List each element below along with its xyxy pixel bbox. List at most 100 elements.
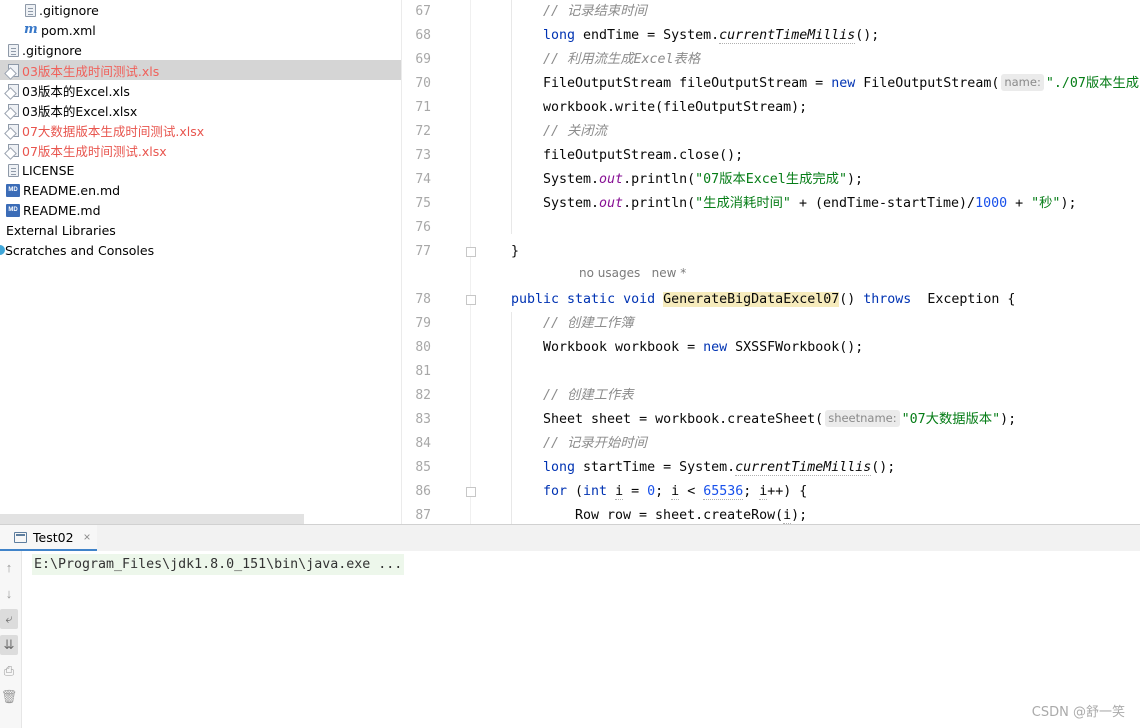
line-number: 70 [415, 76, 431, 91]
print-icon[interactable]: ⎙ [0, 661, 18, 681]
tree-item-label: README.en.md [23, 182, 121, 198]
run-toolbar: ↑ ↓ ⤶ ⇊ ⎙ 🗑 [0, 551, 22, 728]
console-output-line: E:\Program_Files\jdk1.8.0_151\bin\java.e… [32, 554, 405, 575]
up-arrow-icon[interactable]: ↑ [0, 557, 18, 577]
markdown-icon: MD [6, 203, 20, 217]
tree-item-gitignore[interactable]: .gitignore [0, 40, 401, 60]
maven-icon: m [24, 22, 38, 37]
code-text: ); [791, 508, 808, 523]
watermark: CSDN @舒一笑 [1031, 705, 1125, 720]
scroll-to-end-icon[interactable]: ⇊ [0, 635, 18, 655]
code-string: "生成消耗时间" [695, 196, 791, 211]
tree-item-03-excel-xlsx[interactable]: 03版本的Excel.xlsx [0, 100, 401, 120]
code-text: (); [855, 28, 880, 43]
code-method: currentTimeMillis [719, 28, 856, 44]
code-method: currentTimeMillis [735, 460, 872, 476]
code-text: = [623, 484, 648, 499]
excel-file-icon [8, 83, 19, 97]
tree-item-label: LICENSE [22, 162, 75, 178]
code-keyword: long [543, 460, 576, 475]
indent-guide [511, 312, 512, 524]
code-keyword: new [703, 340, 728, 355]
code-text: + (endTime-startTime)/ [790, 196, 976, 211]
code-line-69: // 利用流生成Excel表格 [543, 48, 700, 72]
line-number: 76 [415, 220, 431, 235]
close-icon[interactable]: × [84, 530, 91, 544]
tree-item-license[interactable]: LICENSE [0, 160, 401, 180]
project-tree-panel: .gitignore m pom.xml .gitignore 03版本生成时间… [0, 0, 402, 524]
code-keyword: long [543, 28, 576, 43]
code-comment: // 记录结束时间 [543, 4, 647, 19]
run-console[interactable]: ↑ ↓ ⤶ ⇊ ⎙ 🗑 E:\Program_Files\jdk1.8.0_15… [0, 551, 1140, 728]
code-line-70: FileOutputStream fileOutputStream = new … [543, 72, 1140, 96]
code-area[interactable]: // 记录结束时间 long endTime = System.currentT… [471, 0, 1140, 524]
down-arrow-icon[interactable]: ↓ [0, 583, 18, 603]
tree-item-03-timing-xls[interactable]: 03版本生成时间测试.xls [0, 60, 401, 80]
code-text: .println( [623, 172, 696, 187]
line-number: 73 [415, 148, 431, 163]
tree-item-label: External Libraries [6, 222, 116, 238]
soft-wrap-icon[interactable]: ⤶ [0, 609, 18, 629]
code-number: 1000 [975, 196, 1008, 211]
code-text: ); [1000, 412, 1017, 427]
tree-item-label: Scratches and Consoles [5, 242, 155, 258]
run-console-icon [14, 531, 27, 543]
tree-item-scratches[interactable]: Scratches and Consoles [0, 240, 401, 260]
tree-item-label: pom.xml [41, 22, 96, 38]
code-text: Exception { [911, 292, 1016, 307]
horizontal-scrollbar[interactable] [0, 514, 304, 524]
line-number: 77 [415, 244, 431, 259]
tree-item-readme[interactable]: MD README.md [0, 200, 401, 220]
code-keyword: public static void [511, 292, 664, 307]
code-line-72: // 关闭流 [543, 120, 607, 144]
tree-item-external-libraries[interactable]: External Libraries [0, 220, 401, 240]
file-icon [25, 3, 36, 17]
tree-item-label: 07大数据版本生成时间测试.xlsx [22, 123, 205, 139]
usage-hint[interactable]: no usages new * [579, 266, 686, 280]
parameter-hint: sheetname: [825, 410, 900, 427]
tab-run-test02[interactable]: Test02 × [0, 525, 97, 552]
code-line-86: for (int i = 0; i < 65536; i++) { [543, 480, 807, 504]
tree-item-03-excel-xls[interactable]: 03版本的Excel.xls [0, 80, 401, 100]
line-number: 78 [415, 292, 431, 307]
code-line-80: Workbook workbook = new SXSSFWorkbook(); [543, 336, 863, 360]
code-line-71: workbook.write(fileOutputStream); [543, 96, 807, 120]
code-variable: i [783, 508, 792, 524]
tree-item-label: .gitignore [39, 2, 99, 18]
excel-file-icon [8, 143, 19, 157]
code-line-84: // 记录开始时间 [543, 432, 647, 456]
trash-icon[interactable]: 🗑 [0, 687, 18, 707]
file-icon [8, 163, 19, 177]
code-text: ); [846, 172, 863, 187]
tree-item-readme-en[interactable]: MD README.en.md [0, 180, 401, 200]
code-line-79: // 创建工作簿 [543, 312, 634, 336]
run-tab-bar: Test02 × [0, 524, 1140, 552]
line-number-gutter: 67 68 69 70 71 72 73 74 75 76 77 78 79 8… [403, 0, 471, 524]
line-number: 87 [415, 508, 431, 523]
code-line-85: long startTime = System.currentTimeMilli… [543, 456, 895, 480]
tree-item-07-timing-xlsx[interactable]: 07版本生成时间测试.xlsx [0, 140, 401, 160]
line-number: 69 [415, 52, 431, 67]
code-text: fileOutputStream.close(); [543, 148, 744, 163]
code-line-67: // 记录结束时间 [543, 0, 647, 24]
tree-item-gitignore-nested[interactable]: .gitignore [0, 0, 401, 20]
code-text: endTime = System. [575, 28, 720, 43]
line-number: 84 [415, 436, 431, 451]
tree-item-pom-xml[interactable]: m pom.xml [0, 20, 401, 40]
code-text: Row row = sheet.createRow( [575, 508, 784, 523]
code-editor[interactable]: 67 68 69 70 71 72 73 74 75 76 77 78 79 8… [403, 0, 1140, 524]
code-string: "07大数据版本" [901, 412, 1001, 427]
code-comment: // 记录开始时间 [543, 436, 647, 451]
run-tab-label: Test02 [33, 529, 74, 545]
tree-item-label: 03版本生成时间测试.xls [22, 63, 160, 79]
code-line-75: System.out.println("生成消耗时间" + (endTime-s… [543, 192, 1076, 216]
code-text: ; [743, 484, 760, 499]
code-line-78: public static void GenerateBigDataExcel0… [511, 288, 1015, 312]
code-text: SXSSFWorkbook(); [727, 340, 864, 355]
code-text: .println( [623, 196, 696, 211]
code-keyword: new [831, 76, 856, 91]
code-text: workbook.write(fileOutputStream); [543, 100, 808, 115]
line-number: 82 [415, 388, 431, 403]
tree-item-07-bigdata-xlsx[interactable]: 07大数据版本生成时间测试.xlsx [0, 120, 401, 140]
